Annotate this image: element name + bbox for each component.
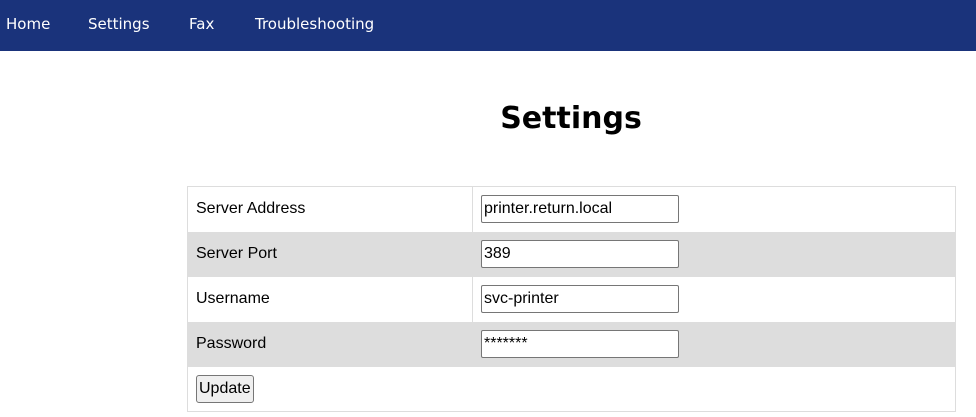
submit-cell: Update: [188, 367, 956, 412]
nav-link-troubleshooting[interactable]: Troubleshooting: [255, 15, 374, 33]
username-cell: [473, 277, 956, 322]
nav-link-settings[interactable]: Settings: [88, 15, 150, 33]
password-cell: [472, 321, 956, 367]
nav-link-home[interactable]: Home: [6, 15, 50, 33]
server-address-cell: [473, 187, 956, 232]
server-address-label: Server Address: [187, 186, 473, 232]
server-port-input[interactable]: [481, 240, 679, 268]
page-title: Settings: [500, 101, 642, 136]
server-port-cell: [472, 231, 956, 277]
top-navigation-bar: Home Settings Fax Troubleshooting: [0, 0, 976, 51]
server-port-label: Server Port: [187, 231, 473, 277]
username-label: Username: [187, 276, 473, 322]
username-input[interactable]: [481, 285, 679, 313]
update-button[interactable]: Update: [196, 374, 254, 403]
nav-link-fax[interactable]: Fax: [189, 15, 214, 33]
password-row: Password: [187, 321, 956, 367]
server-address-input[interactable]: [481, 195, 679, 224]
server-port-row: Server Port: [187, 231, 956, 277]
password-input[interactable]: [481, 330, 679, 358]
settings-form-table: Server Address Server Port Username Pass…: [187, 186, 956, 412]
submit-row: Update: [188, 367, 956, 412]
username-row: Username: [187, 276, 956, 322]
password-label: Password: [187, 321, 473, 367]
server-address-row: Server Address: [187, 186, 956, 232]
